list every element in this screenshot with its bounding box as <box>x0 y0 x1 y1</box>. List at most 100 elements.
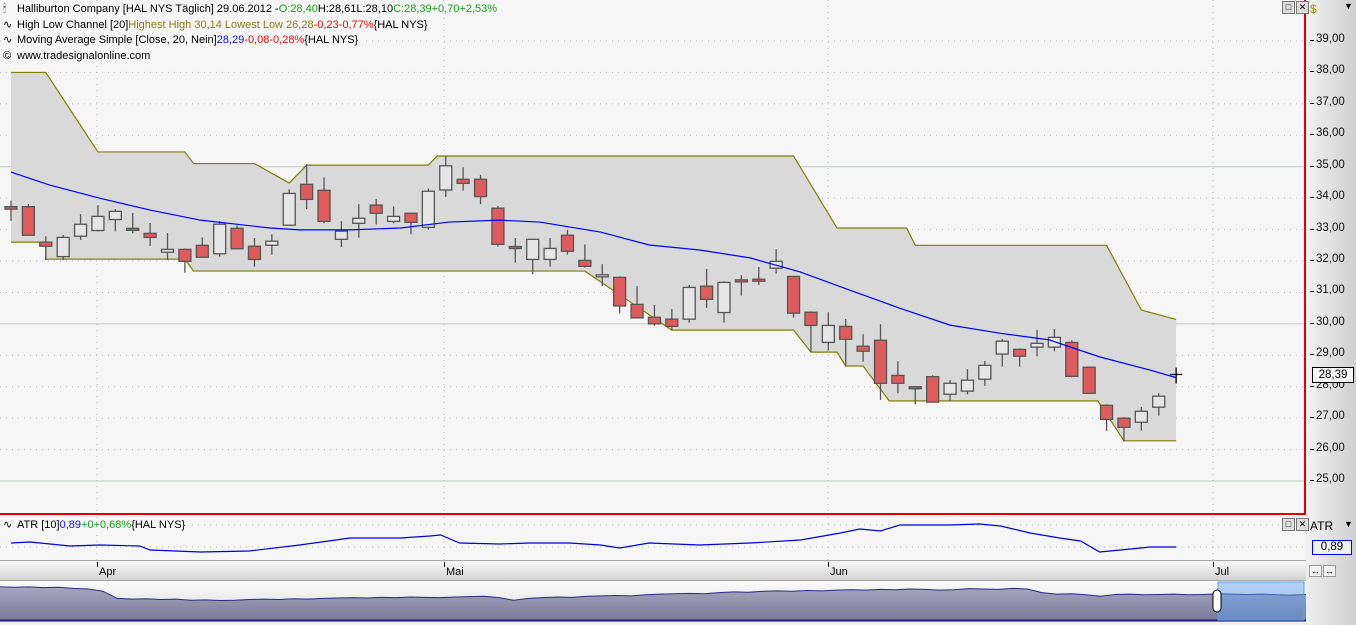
watermark-line: © www.tradesignalonline.com <box>3 48 154 64</box>
ma-value: 28,29 <box>216 34 245 46</box>
atr-pane[interactable]: ∿ ATR [10] 0,89 +0 +0,68% {HAL NYS} □ ✕ <box>0 517 1309 561</box>
date-axis-label: Apr <box>96 562 117 578</box>
candle-body <box>995 340 1009 355</box>
channel-name: High Low Channel [20] <box>17 18 129 31</box>
candle-body <box>369 204 383 214</box>
legend-ma-line[interactable]: ∿ Moving Average Simple [Close, 20, Nein]… <box>3 33 362 49</box>
candle-body <box>404 212 418 224</box>
indicator-wave-icon: ∿ <box>3 34 13 46</box>
candle-body <box>682 286 696 320</box>
candle-body <box>73 223 88 237</box>
ma-change: -0,08 <box>244 34 270 46</box>
price-tick-label: 38,00 <box>1310 64 1345 77</box>
date-axis[interactable]: Apr Mai Jun Jul <box>0 562 1306 581</box>
copyright-icon: © <box>3 49 12 62</box>
candle-body <box>178 248 192 262</box>
candle-body <box>160 248 175 253</box>
candle-body <box>1152 395 1166 408</box>
ma-source: {HAL NYS} <box>304 34 359 46</box>
date-axis-label: Mai <box>444 562 464 578</box>
atr-window-buttons: □ ✕ <box>1282 518 1309 531</box>
candle-body <box>21 205 36 236</box>
candle-body <box>352 217 366 224</box>
candle-body <box>560 234 575 252</box>
candle-body <box>578 259 592 268</box>
candle-body <box>943 382 957 395</box>
atr-canvas[interactable] <box>0 517 1306 560</box>
candle-body <box>143 232 157 239</box>
candle-body <box>926 376 940 403</box>
date-axis-label: Jul <box>1212 562 1230 578</box>
candle <box>282 189 296 226</box>
price-tick-label: 39,00 <box>1310 33 1345 45</box>
candle-body <box>839 325 853 340</box>
candle-body <box>508 245 522 250</box>
candle-body <box>56 236 70 258</box>
low-value: L:28,10 <box>356 3 394 15</box>
candle-body <box>873 339 888 384</box>
dropdown-arrow-icon[interactable]: ▼ <box>1344 519 1353 529</box>
candle-body <box>230 227 244 250</box>
navigator-canvas[interactable] <box>0 581 1306 622</box>
candle <box>213 221 227 257</box>
candle <box>56 234 70 261</box>
channel-values: Highest High 30,14 Lowest Low 26,28 <box>128 18 314 31</box>
candle-body <box>804 311 818 327</box>
navigator-range-handle[interactable] <box>1212 589 1222 613</box>
price-axis[interactable]: $ ▼ 39,00 38,00 37,00 36,00 35,00 34,00 33,00 3… <box>1306 0 1356 515</box>
price-chart-pane[interactable]: 🕯 Halliburton Company [HAL NYS Täglich] 2… <box>0 0 1309 515</box>
navigator-visible-range <box>1217 581 1305 621</box>
pane-window-buttons: □ ✕ <box>1282 1 1309 14</box>
maximize-icon[interactable]: □ <box>1282 518 1295 531</box>
candle-body <box>821 324 835 344</box>
indicator-wave-icon: ∿ <box>3 18 13 31</box>
candle-body <box>665 318 679 328</box>
atr-value: 0,89 <box>59 519 82 531</box>
price-tick-label: 33,00 <box>1310 221 1345 234</box>
atr-change: +0 <box>81 519 94 531</box>
open-value: O:28,40 <box>278 3 318 15</box>
price-tick-label: 35,00 <box>1310 158 1345 171</box>
candle-body <box>1117 417 1131 428</box>
candle-body <box>613 276 627 307</box>
price-tick-label: 27,00 <box>1310 410 1345 423</box>
scroll-zoom-out-icon[interactable]: ↔ <box>1323 565 1336 577</box>
candle <box>491 206 505 247</box>
candle-body <box>786 275 801 314</box>
legend-channel-line[interactable]: ∿ High Low Channel [20] Highest High 30,1… <box>3 17 431 33</box>
navigator[interactable] <box>0 581 1306 622</box>
candle-body <box>1012 348 1027 357</box>
candle-body <box>108 210 122 221</box>
candle <box>178 248 192 273</box>
candle-body <box>978 364 992 380</box>
ma-change-pct: -0,28% <box>269 34 305 46</box>
close-icon[interactable]: ✕ <box>1296 518 1309 531</box>
candle-body <box>1030 342 1044 348</box>
candle-body <box>282 192 296 226</box>
currency-label: $ <box>1310 2 1317 16</box>
chart-legend: 🕯 Halliburton Company [HAL NYS Täglich] 2… <box>3 2 501 64</box>
candle-body <box>752 278 766 282</box>
ma-name: Moving Average Simple [Close, 20, Nein] <box>17 34 217 46</box>
scroll-zoom-in-icon[interactable]: ↔ <box>1309 565 1322 577</box>
price-chart-canvas[interactable] <box>0 0 1304 513</box>
candle-body <box>247 245 262 261</box>
candle-body <box>734 279 749 283</box>
candle-body <box>595 274 609 278</box>
candle-body <box>1134 410 1148 423</box>
candle-body <box>526 238 540 261</box>
candle-body <box>421 190 436 229</box>
close-icon[interactable]: ✕ <box>1296 1 1309 14</box>
date-axis-label: Jun <box>828 562 848 578</box>
navigator-area <box>0 586 1306 620</box>
channel-change-pct: -0,77% <box>338 18 374 31</box>
legend-atr-line[interactable]: ∿ ATR [10] 0,89 +0 +0,68% {HAL NYS} <box>3 518 189 534</box>
candle-body <box>717 281 731 314</box>
channel-change: -0,23 <box>313 18 339 31</box>
price-tick-label: 29,00 <box>1310 347 1345 360</box>
maximize-icon[interactable]: □ <box>1282 1 1295 14</box>
legend-symbol-line[interactable]: 🕯 Halliburton Company [HAL NYS Täglich] 2… <box>3 2 501 18</box>
atr-axis[interactable]: ATR ▼ 0,89 <box>1306 515 1356 562</box>
dropdown-arrow-icon[interactable]: ▼ <box>1344 1 1353 11</box>
candle-body <box>334 230 349 240</box>
